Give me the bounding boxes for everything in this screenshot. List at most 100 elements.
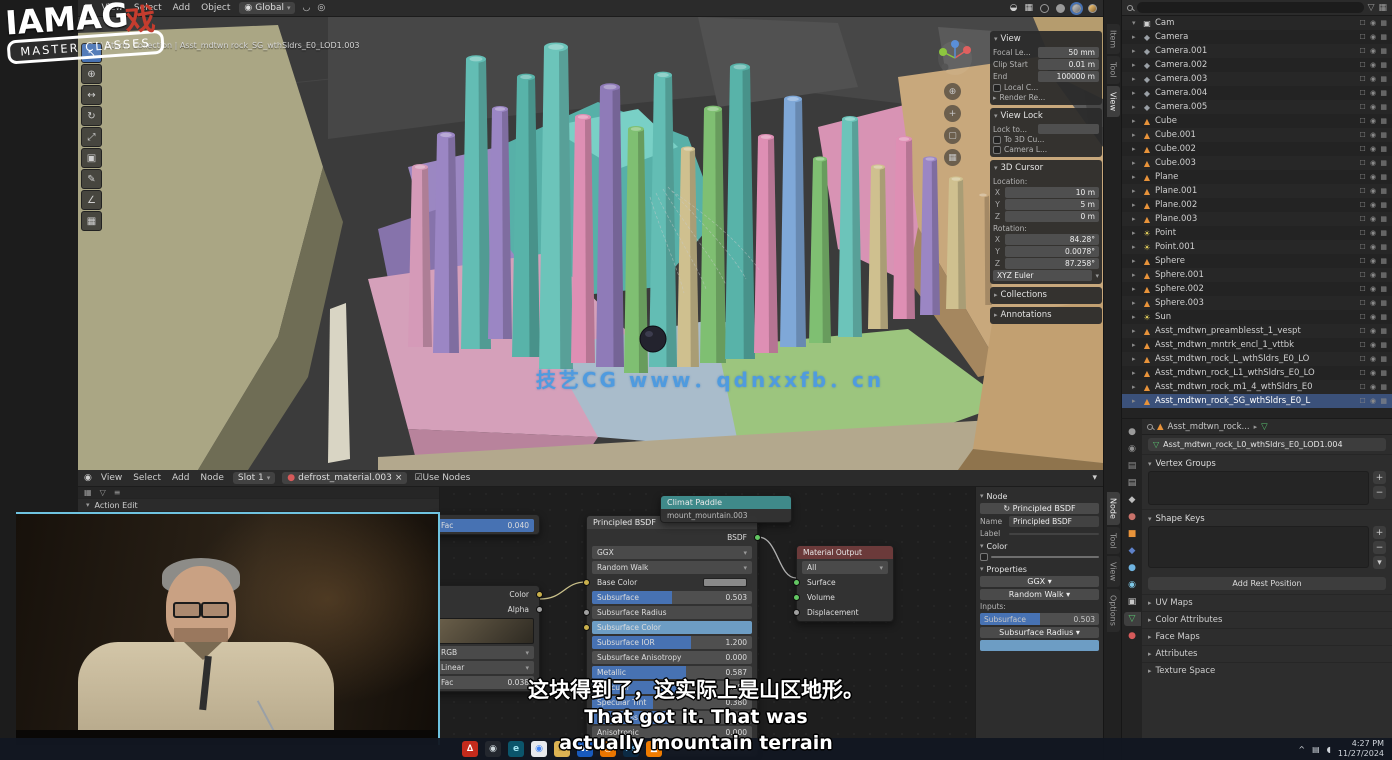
cursor-loc-x-field[interactable]: 10 m [1005, 187, 1099, 198]
expand-caret-icon[interactable]: ▸ [1132, 61, 1139, 69]
expand-caret-icon[interactable]: ▸ [1132, 33, 1139, 41]
expand-caret-icon[interactable]: ▸ [1132, 257, 1139, 265]
shading-solid-icon[interactable] [1056, 4, 1065, 13]
outliner-row[interactable]: ▸▲Asst_mdtwn_rock_m1_4_wthSldrs_E0☐ ◉ ▦ [1122, 380, 1392, 394]
expand-caret-icon[interactable]: ▸ [1132, 89, 1139, 97]
value-node[interactable]: Fac 0.040 [430, 514, 540, 535]
node-label-field[interactable] [1009, 533, 1099, 535]
input-socket-icon[interactable] [583, 609, 590, 616]
collections-header[interactable]: ▸Collections [993, 289, 1099, 302]
panel-color-attributes[interactable]: ▸Color Attributes [1142, 611, 1392, 628]
side-tab-item[interactable]: Item [1107, 24, 1120, 54]
expand-caret-icon[interactable]: ▸ [1132, 299, 1139, 307]
colorspace-dropdown[interactable]: RGB▾ [436, 646, 534, 659]
bsdf-row-subsurface[interactable]: Subsurface0.503 [592, 591, 752, 604]
3d-viewport[interactable]: ▦ View Select Add Object ◉ Global▾ ◡ ◎ ◒… [78, 0, 1103, 470]
bsdf-row-subsurface-anisotropy[interactable]: Subsurface Anisotropy0.000 [592, 651, 752, 664]
proportional-editing-icon[interactable]: ◎ [317, 3, 325, 13]
group-node-header[interactable]: Climat Paddle [661, 496, 791, 509]
cursor-rot-x-field[interactable]: 84.28° [1005, 234, 1099, 245]
remove-shape-key-button[interactable]: − [1373, 541, 1386, 554]
visibility-toggles[interactable]: ☐ ◉ ▦ [1360, 257, 1388, 265]
color-swatch[interactable] [703, 578, 747, 587]
expand-caret-icon[interactable]: ▸ [1132, 397, 1139, 405]
visibility-toggles[interactable]: ☐ ◉ ▦ [1360, 285, 1388, 293]
add-vertex-group-button[interactable]: + [1373, 471, 1386, 484]
color-panel-header[interactable]: ▾Color [980, 542, 1099, 551]
visibility-toggles[interactable]: ☐ ◉ ▦ [1360, 397, 1388, 405]
interpolation-dropdown[interactable]: Linear▾ [436, 661, 534, 674]
add-primitive-tool[interactable]: ▦ [81, 211, 102, 231]
outliner-search-input[interactable] [1137, 2, 1364, 13]
shading-rendered-icon[interactable] [1088, 4, 1097, 13]
rotation-mode-dropdown[interactable]: XYZ Euler [993, 270, 1092, 281]
side-tab-view[interactable]: View [1107, 556, 1120, 587]
outliner-row[interactable]: ▸▲Plane.003☐ ◉ ▦ [1122, 212, 1392, 226]
bsdf-output-socket-icon[interactable] [754, 534, 761, 541]
outliner-row[interactable]: ▸▲Sphere.002☐ ◉ ▦ [1122, 282, 1392, 296]
outliner-row[interactable]: ▸▲Asst_mdtwn_preamblesst_1_vespt☐ ◉ ▦ [1122, 324, 1392, 338]
vertex-groups-header[interactable]: ▾Vertex Groups [1148, 457, 1386, 471]
gizmos-icon[interactable]: ▦ [1024, 3, 1033, 13]
expand-caret-icon[interactable]: ▸ [1132, 285, 1139, 293]
expand-caret-icon[interactable]: ▸ [1132, 173, 1139, 181]
outliner-row[interactable]: ▸☀Sun☐ ◉ ▦ [1122, 310, 1392, 324]
displacement-socket-icon[interactable] [793, 609, 800, 616]
node-panel-header[interactable]: ▾Node [980, 492, 1099, 501]
node-name-field[interactable]: Principled BSDF [1009, 516, 1099, 527]
panel-face-maps[interactable]: ▸Face Maps [1142, 628, 1392, 645]
visibility-toggles[interactable]: ☐ ◉ ▦ [1360, 117, 1388, 125]
cursor-rot-y-field[interactable]: 0.0078° [1005, 246, 1099, 257]
menu-view[interactable]: View [99, 473, 124, 483]
visibility-toggles[interactable]: ☐ ◉ ▦ [1360, 355, 1388, 363]
pin-icon[interactable]: ▾ [1092, 473, 1097, 483]
tab-constraints[interactable]: ▣ [1124, 595, 1141, 609]
measure-tool[interactable]: ∠ [81, 190, 102, 210]
node-type-button[interactable]: ↻ Principled BSDF [980, 503, 1099, 514]
panel-attributes[interactable]: ▸Attributes [1142, 645, 1392, 662]
scale-tool[interactable]: ⤢ [81, 127, 102, 147]
outliner-row[interactable]: ▸▲Plane.002☐ ◉ ▦ [1122, 198, 1392, 212]
expand-caret-icon[interactable]: ▸ [1132, 159, 1139, 167]
visibility-toggles[interactable]: ☐ ◉ ▦ [1360, 369, 1388, 377]
panel-uv-maps[interactable]: ▸UV Maps [1142, 594, 1392, 611]
breadcrumb-object-name[interactable]: Asst_mdtwn_rock... [1168, 422, 1250, 432]
expand-caret-icon[interactable]: ▸ [1132, 47, 1139, 55]
outliner[interactable]: ▽ ▦ ▾▣Cam☐ ◉ ▦▸◆Camera☐ ◉ ▦▸◆Camera.001☐… [1121, 0, 1392, 418]
pan-icon[interactable]: + [944, 105, 961, 122]
outliner-row[interactable]: ▸▲Cube.003☐ ◉ ▦ [1122, 156, 1392, 170]
annotate-tool[interactable]: ✎ [81, 169, 102, 189]
side-tab-node[interactable]: Node [1107, 492, 1120, 525]
material-output-node[interactable]: Material Output All▾ Surface Volume Disp… [796, 545, 894, 622]
viewport-canvas[interactable]: (1) Storm Collection | Asst_mdtwn rock_S… [78, 17, 1103, 470]
visibility-toggles[interactable]: ☐ ◉ ▦ [1360, 383, 1388, 391]
side-tab-tool[interactable]: Tool [1107, 527, 1120, 555]
visibility-toggles[interactable]: ☐ ◉ ▦ [1360, 75, 1388, 83]
menu-select[interactable]: Select [131, 473, 163, 483]
visibility-toggles[interactable]: ☐ ◉ ▦ [1360, 271, 1388, 279]
shape-keys-list[interactable] [1148, 526, 1369, 568]
rotate-tool[interactable]: ↻ [81, 106, 102, 126]
to-3d-cursor-checkbox[interactable] [993, 136, 1001, 144]
sidebar-subsurface-radius-button[interactable]: Subsurface Radius ▾ [980, 627, 1099, 638]
menu-add[interactable]: Add [170, 473, 191, 483]
expand-caret-icon[interactable]: ▸ [1132, 215, 1139, 223]
transform-tool[interactable]: ▣ [81, 148, 102, 168]
tab-render[interactable]: ◉ [1124, 442, 1141, 456]
outliner-row[interactable]: ▸◆Camera.002☐ ◉ ▦ [1122, 58, 1392, 72]
mesh-datablock-field[interactable]: ▽ Asst_mdtwn_rock_L0_wthSldrs_E0_LOD1.00… [1148, 438, 1386, 451]
side-tab-tool[interactable]: Tool [1107, 56, 1120, 84]
sidebar-distribution-dropdown[interactable]: GGX ▾ [980, 576, 1099, 587]
camera-to-view-checkbox[interactable] [993, 146, 1001, 154]
outliner-row[interactable]: ▸▲Cube.001☐ ◉ ▦ [1122, 128, 1392, 142]
bsdf-row-base-color[interactable]: Base Color [592, 576, 752, 589]
input-socket-icon[interactable] [583, 579, 590, 586]
bsdf-row-subsurface-radius[interactable]: Subsurface Radius [592, 606, 752, 619]
visibility-toggles[interactable]: ☐ ◉ ▦ [1360, 159, 1388, 167]
visibility-toggles[interactable]: ☐ ◉ ▦ [1360, 187, 1388, 195]
tab-output[interactable]: ▤ [1124, 459, 1141, 473]
outliner-row[interactable]: ▸▲Cube.002☐ ◉ ▦ [1122, 142, 1392, 156]
custom-color-checkbox[interactable] [980, 553, 988, 561]
lock-to-field[interactable] [1038, 124, 1099, 134]
clip-end-field[interactable]: 100000 m [1038, 71, 1099, 82]
